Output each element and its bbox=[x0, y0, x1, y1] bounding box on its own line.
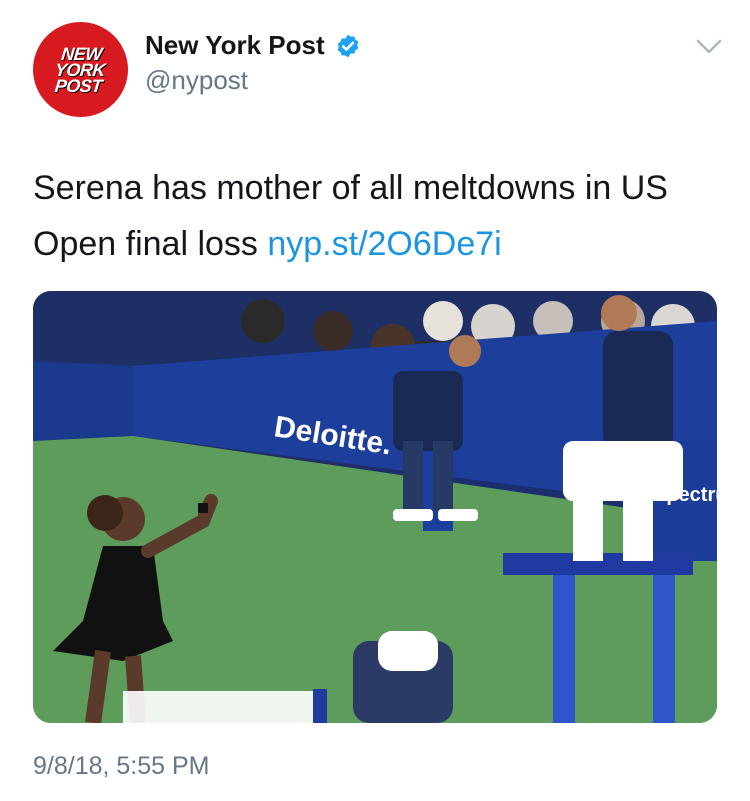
tweet-timestamp[interactable]: 9/8/18, 5:55 PM bbox=[33, 752, 210, 781]
tweet-text: Serena has mother of all meltdowns in US… bbox=[33, 160, 723, 272]
tweet-card: NEW YORK POST New York Post @nypost Sere… bbox=[0, 0, 750, 801]
tweet-link[interactable]: nyp.st/2O6De7i bbox=[267, 225, 501, 263]
tweet-photo[interactable]: Deloitte. Spectru bbox=[33, 291, 717, 723]
nypost-logo: NEW YORK POST bbox=[54, 43, 107, 96]
author-display-name[interactable]: New York Post bbox=[145, 30, 325, 61]
author-name[interactable]: New York Post bbox=[145, 30, 361, 61]
chevron-down-icon[interactable] bbox=[696, 38, 722, 56]
photo-illustration: Deloitte. Spectru bbox=[33, 291, 717, 723]
avatar[interactable]: NEW YORK POST bbox=[33, 22, 128, 117]
verified-badge-icon bbox=[337, 34, 358, 57]
author-handle[interactable]: @nypost bbox=[145, 65, 248, 96]
